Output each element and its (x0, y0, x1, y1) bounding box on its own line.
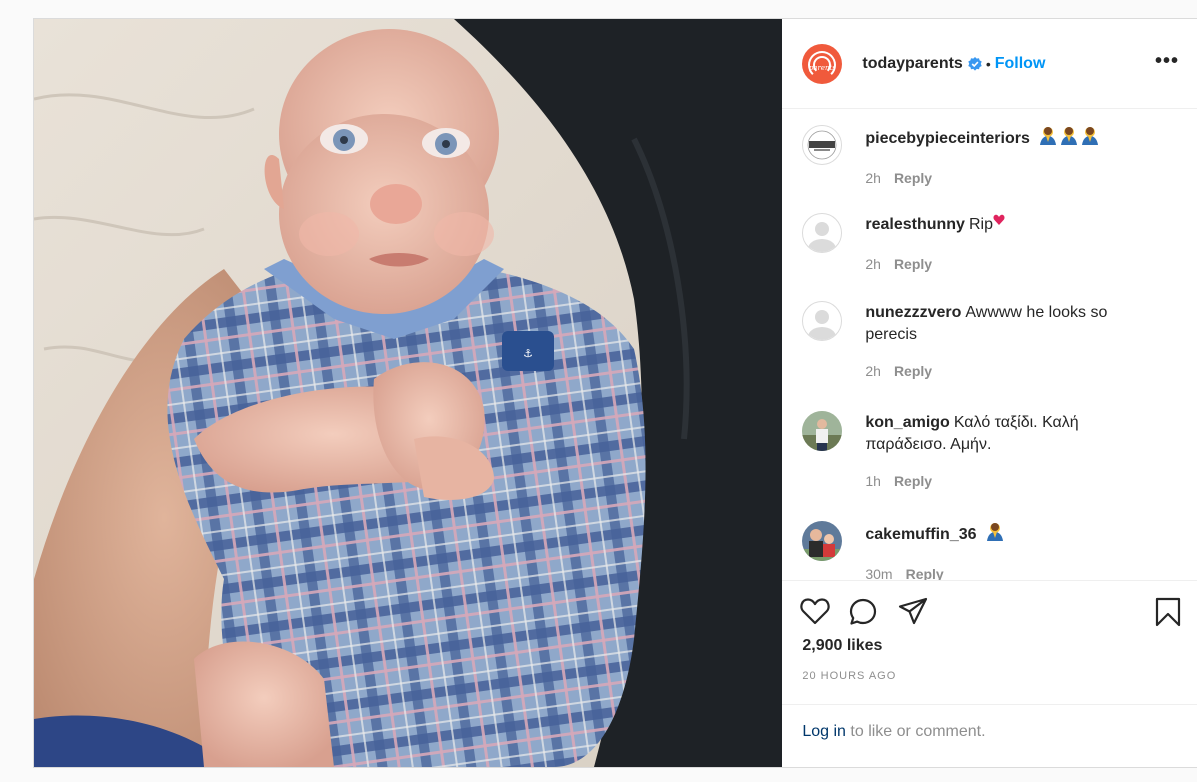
comment-username[interactable]: piecebypieceinteriors (865, 130, 1030, 147)
reply-button[interactable]: Reply (894, 473, 932, 489)
praying-person-emoji-icon (1038, 126, 1100, 153)
comment-item: realesthunny Rip 2h Reply (802, 213, 1181, 275)
reply-button[interactable]: Reply (894, 256, 932, 272)
comment-meta: 30m Reply (865, 563, 1005, 580)
login-link[interactable]: Log in (802, 723, 846, 740)
comment-time: 2h (865, 170, 881, 186)
comment-item: kon_amigo Καλό ταξίδι. Καλή παράδεισο. Αμ… (802, 411, 1181, 492)
comment-meta: 2h Reply (865, 167, 1100, 189)
comment-item: nunezzzvero Awwww he looks so perecis 2h R… (802, 301, 1181, 382)
default-avatar-body (808, 239, 837, 252)
comment-meta: 1h Reply (865, 470, 1155, 492)
comment-meta: 2h Reply (865, 360, 1155, 382)
comment-item: cakemuffin_36 30m Reply (802, 521, 1181, 580)
post-actions: 2,900 likes 20 HOURS AGO Log in to like … (782, 580, 1197, 767)
kon-amigo-avatar-photo (802, 411, 843, 451)
comment-text: Rip (968, 216, 993, 233)
reply-button[interactable]: Reply (894, 363, 932, 379)
comment-time: 1h (865, 473, 881, 489)
post-timestamp[interactable]: 20 HOURS AGO (802, 670, 896, 682)
commenter-avatar[interactable] (802, 213, 843, 253)
account-username[interactable]: todayparents (862, 55, 962, 73)
default-avatar-body (808, 327, 837, 340)
comment-body: kon_amigo Καλό ταξίδι. Καλή παράδεισο. Αμ… (865, 411, 1155, 492)
commenter-avatar[interactable] (802, 521, 843, 561)
more-options-icon[interactable]: ••• (1155, 51, 1179, 71)
comment-username[interactable]: realesthunny (865, 216, 965, 233)
cakemuffin-avatar-photo (802, 521, 843, 561)
comment-time: 2h (865, 256, 881, 272)
verified-badge-icon (968, 56, 982, 71)
likes-count[interactable]: 2,900 likes (802, 637, 882, 655)
comment-time: 2h (865, 363, 881, 379)
comment-time: 30m (865, 566, 893, 580)
logo-text: parents (808, 63, 836, 72)
separator-dot: • (985, 55, 991, 72)
comment-username[interactable]: cakemuffin_36 (865, 526, 976, 543)
red-heart-emoji-icon (993, 214, 1005, 239)
piecebypiece-logo-icon (807, 130, 837, 160)
login-prompt: Log in to like or comment. (782, 704, 1197, 759)
action-icons-row (800, 595, 1181, 629)
comment-icon[interactable] (848, 597, 878, 627)
comment-body: cakemuffin_36 30m Reply (865, 521, 1005, 580)
follow-button[interactable]: Follow (995, 55, 1046, 73)
page: ⚓ parents todayparents • Follow ••• piec… (0, 0, 1197, 782)
default-avatar-icon (815, 222, 830, 236)
default-avatar-icon (815, 310, 830, 324)
bookmark-icon[interactable] (1155, 597, 1181, 627)
comments-list[interactable]: piecebypieceinteriors 2h Reply realesthu… (782, 109, 1197, 580)
post-sidebar: parents todayparents • Follow ••• pieceb… (782, 19, 1197, 767)
login-prompt-text: to like or comment. (845, 723, 986, 740)
commenter-avatar[interactable] (802, 125, 843, 165)
comment-username[interactable]: nunezzzvero (865, 304, 961, 321)
comment-username[interactable]: kon_amigo (865, 414, 949, 431)
post-header: parents todayparents • Follow ••• (782, 19, 1197, 109)
post-modal: ⚓ parents todayparents • Follow ••• piec… (33, 18, 1197, 768)
post-photo[interactable]: ⚓ (34, 19, 783, 767)
comment-body: realesthunny Rip 2h Reply (865, 213, 1005, 275)
commenter-avatar[interactable] (802, 411, 843, 451)
comment-body: nunezzzvero Awwww he looks so perecis 2h R… (865, 301, 1155, 382)
account-avatar[interactable]: parents (802, 43, 843, 84)
heart-icon[interactable] (800, 597, 831, 625)
commenter-avatar[interactable] (802, 301, 843, 341)
comment-item: piecebypieceinteriors 2h Reply (802, 125, 1181, 189)
post-image: ⚓ (34, 19, 783, 767)
praying-person-emoji-icon (985, 522, 1005, 549)
comment-meta: 2h Reply (865, 253, 1005, 275)
comment-body: piecebypieceinteriors 2h Reply (865, 125, 1100, 189)
reply-button[interactable]: Reply (894, 170, 932, 186)
share-icon[interactable] (898, 597, 928, 625)
reply-button[interactable]: Reply (906, 566, 944, 580)
svg-text:⚓: ⚓ (523, 347, 533, 360)
